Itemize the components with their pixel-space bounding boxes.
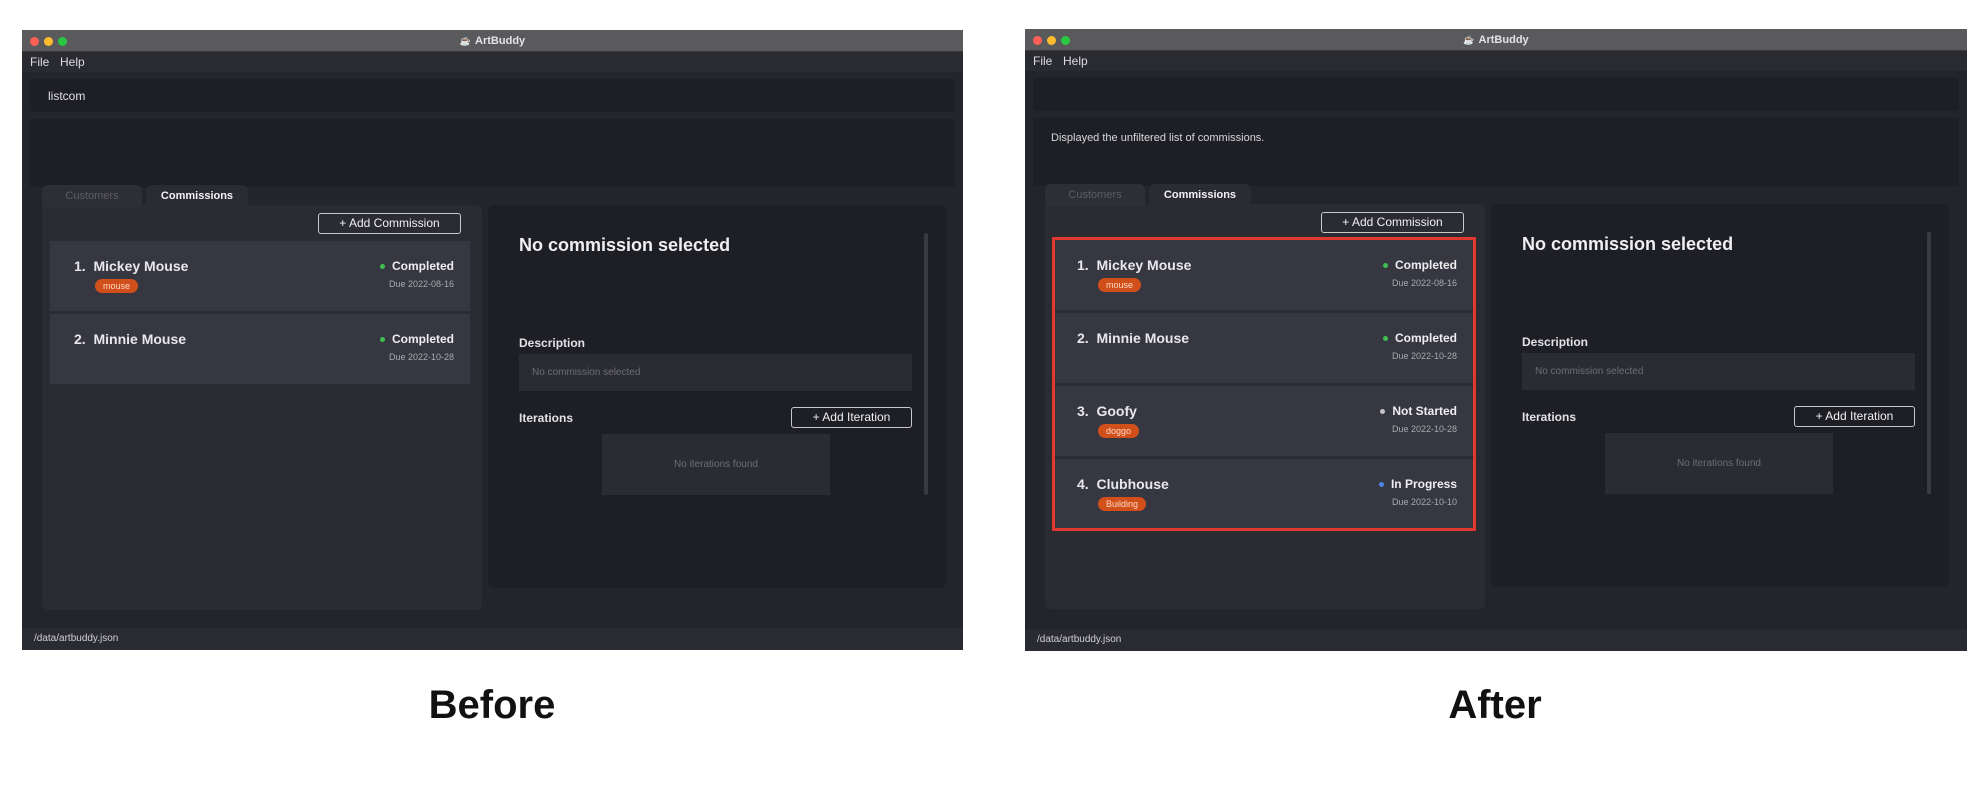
add-commission-button[interactable]: + Add Commission [1321, 212, 1464, 233]
highlight-box [1052, 237, 1476, 531]
commission-card[interactable]: 2. Minnie Mouse Completed Due 2022-10-28 [50, 314, 470, 384]
menu-file[interactable]: File [1033, 54, 1052, 68]
caption-after: After [1448, 683, 1542, 727]
tab-customers[interactable]: Customers [1045, 184, 1145, 206]
commission-list-panel: Customers Commissions + Add Commission 1… [1045, 184, 1485, 609]
result-display: Displayed the unfiltered list of commiss… [1033, 118, 1959, 186]
status-label: Completed [379, 259, 454, 273]
iterations-list: No iterations found [1605, 433, 1833, 494]
description-label: Description [1522, 335, 1589, 349]
app-icon: ☕ [459, 36, 472, 46]
status-label: Completed [379, 332, 454, 346]
tab-commissions[interactable]: Commissions [146, 185, 248, 207]
detail-scrollbar[interactable] [924, 233, 928, 495]
add-iteration-button[interactable]: + Add Iteration [791, 407, 912, 428]
command-input[interactable] [1033, 78, 1959, 111]
status-bar: /data/artbuddy.json [22, 628, 963, 650]
window-title-text: ArtBuddy [1478, 34, 1529, 46]
menu-help[interactable]: Help [1063, 54, 1088, 68]
menu-bar: File Help [1025, 51, 1967, 71]
description-text: No commission selected [1535, 366, 1644, 377]
detail-scrollbar[interactable] [1927, 232, 1931, 494]
window-title: ☕ ArtBuddy [22, 30, 963, 52]
commission-list-panel: Customers Commissions + Add Commission 1… [42, 185, 482, 610]
add-commission-button[interactable]: + Add Commission [318, 213, 461, 234]
iterations-empty-text: No iterations found [1677, 458, 1761, 469]
app-window-before: ☕ ArtBuddy File Help listcom Customers Co… [22, 30, 963, 650]
window-title-text: ArtBuddy [475, 35, 526, 47]
tab-commissions[interactable]: Commissions [1149, 184, 1251, 206]
caption-before: Before [428, 683, 556, 727]
description-text: No commission selected [532, 367, 641, 378]
title-bar[interactable]: ☕ ArtBuddy [1025, 29, 1967, 51]
menu-help[interactable]: Help [60, 55, 85, 69]
description-label: Description [519, 336, 586, 350]
title-bar[interactable]: ☕ ArtBuddy [22, 30, 963, 52]
description-box: No commission selected [1522, 353, 1915, 390]
status-dot-icon [379, 264, 385, 270]
status-dot-icon [379, 337, 385, 343]
commission-name: 1. Mickey Mouse [74, 258, 189, 274]
data-file-path: /data/artbuddy.json [1037, 634, 1122, 645]
menu-file[interactable]: File [30, 55, 49, 69]
iterations-label: Iterations [519, 411, 574, 425]
commission-tag: mouse [95, 279, 139, 293]
result-text: Displayed the unfiltered list of commiss… [1051, 132, 1265, 144]
result-display [30, 119, 955, 187]
due-date: Due 2022-08-16 [388, 279, 454, 289]
app-icon: ☕ [1463, 35, 1475, 45]
menu-bar: File Help [22, 52, 963, 72]
iterations-list: No iterations found [602, 434, 830, 495]
add-iteration-button[interactable]: + Add Iteration [1794, 406, 1915, 427]
commission-detail-panel: No commission selected Description No co… [488, 205, 946, 588]
app-window-after: ☕ ArtBuddy File Help Displayed the unfilt… [1025, 29, 1967, 651]
window-title: ☕ ArtBuddy [1025, 29, 1967, 51]
commission-detail-panel: No commission selected Description No co… [1491, 204, 1949, 587]
commission-card[interactable]: 1. Mickey Mouse mouse Completed Due 2022… [50, 241, 470, 311]
detail-title: No commission selected [519, 235, 731, 255]
commission-list: 1. Mickey Mouse mouse Completed Due 2022… [50, 241, 470, 387]
commission-name: 2. Minnie Mouse [74, 331, 187, 347]
command-input[interactable]: listcom [30, 79, 955, 112]
data-file-path: /data/artbuddy.json [34, 633, 119, 644]
iterations-empty-text: No iterations found [674, 459, 758, 470]
command-input-text: listcom [48, 89, 86, 103]
iterations-label: Iterations [1522, 410, 1577, 424]
status-bar: /data/artbuddy.json [1025, 629, 1967, 651]
due-date: Due 2022-10-28 [388, 352, 454, 362]
tab-customers[interactable]: Customers [42, 185, 142, 207]
detail-title: No commission selected [1522, 234, 1734, 254]
description-box: No commission selected [519, 354, 912, 391]
